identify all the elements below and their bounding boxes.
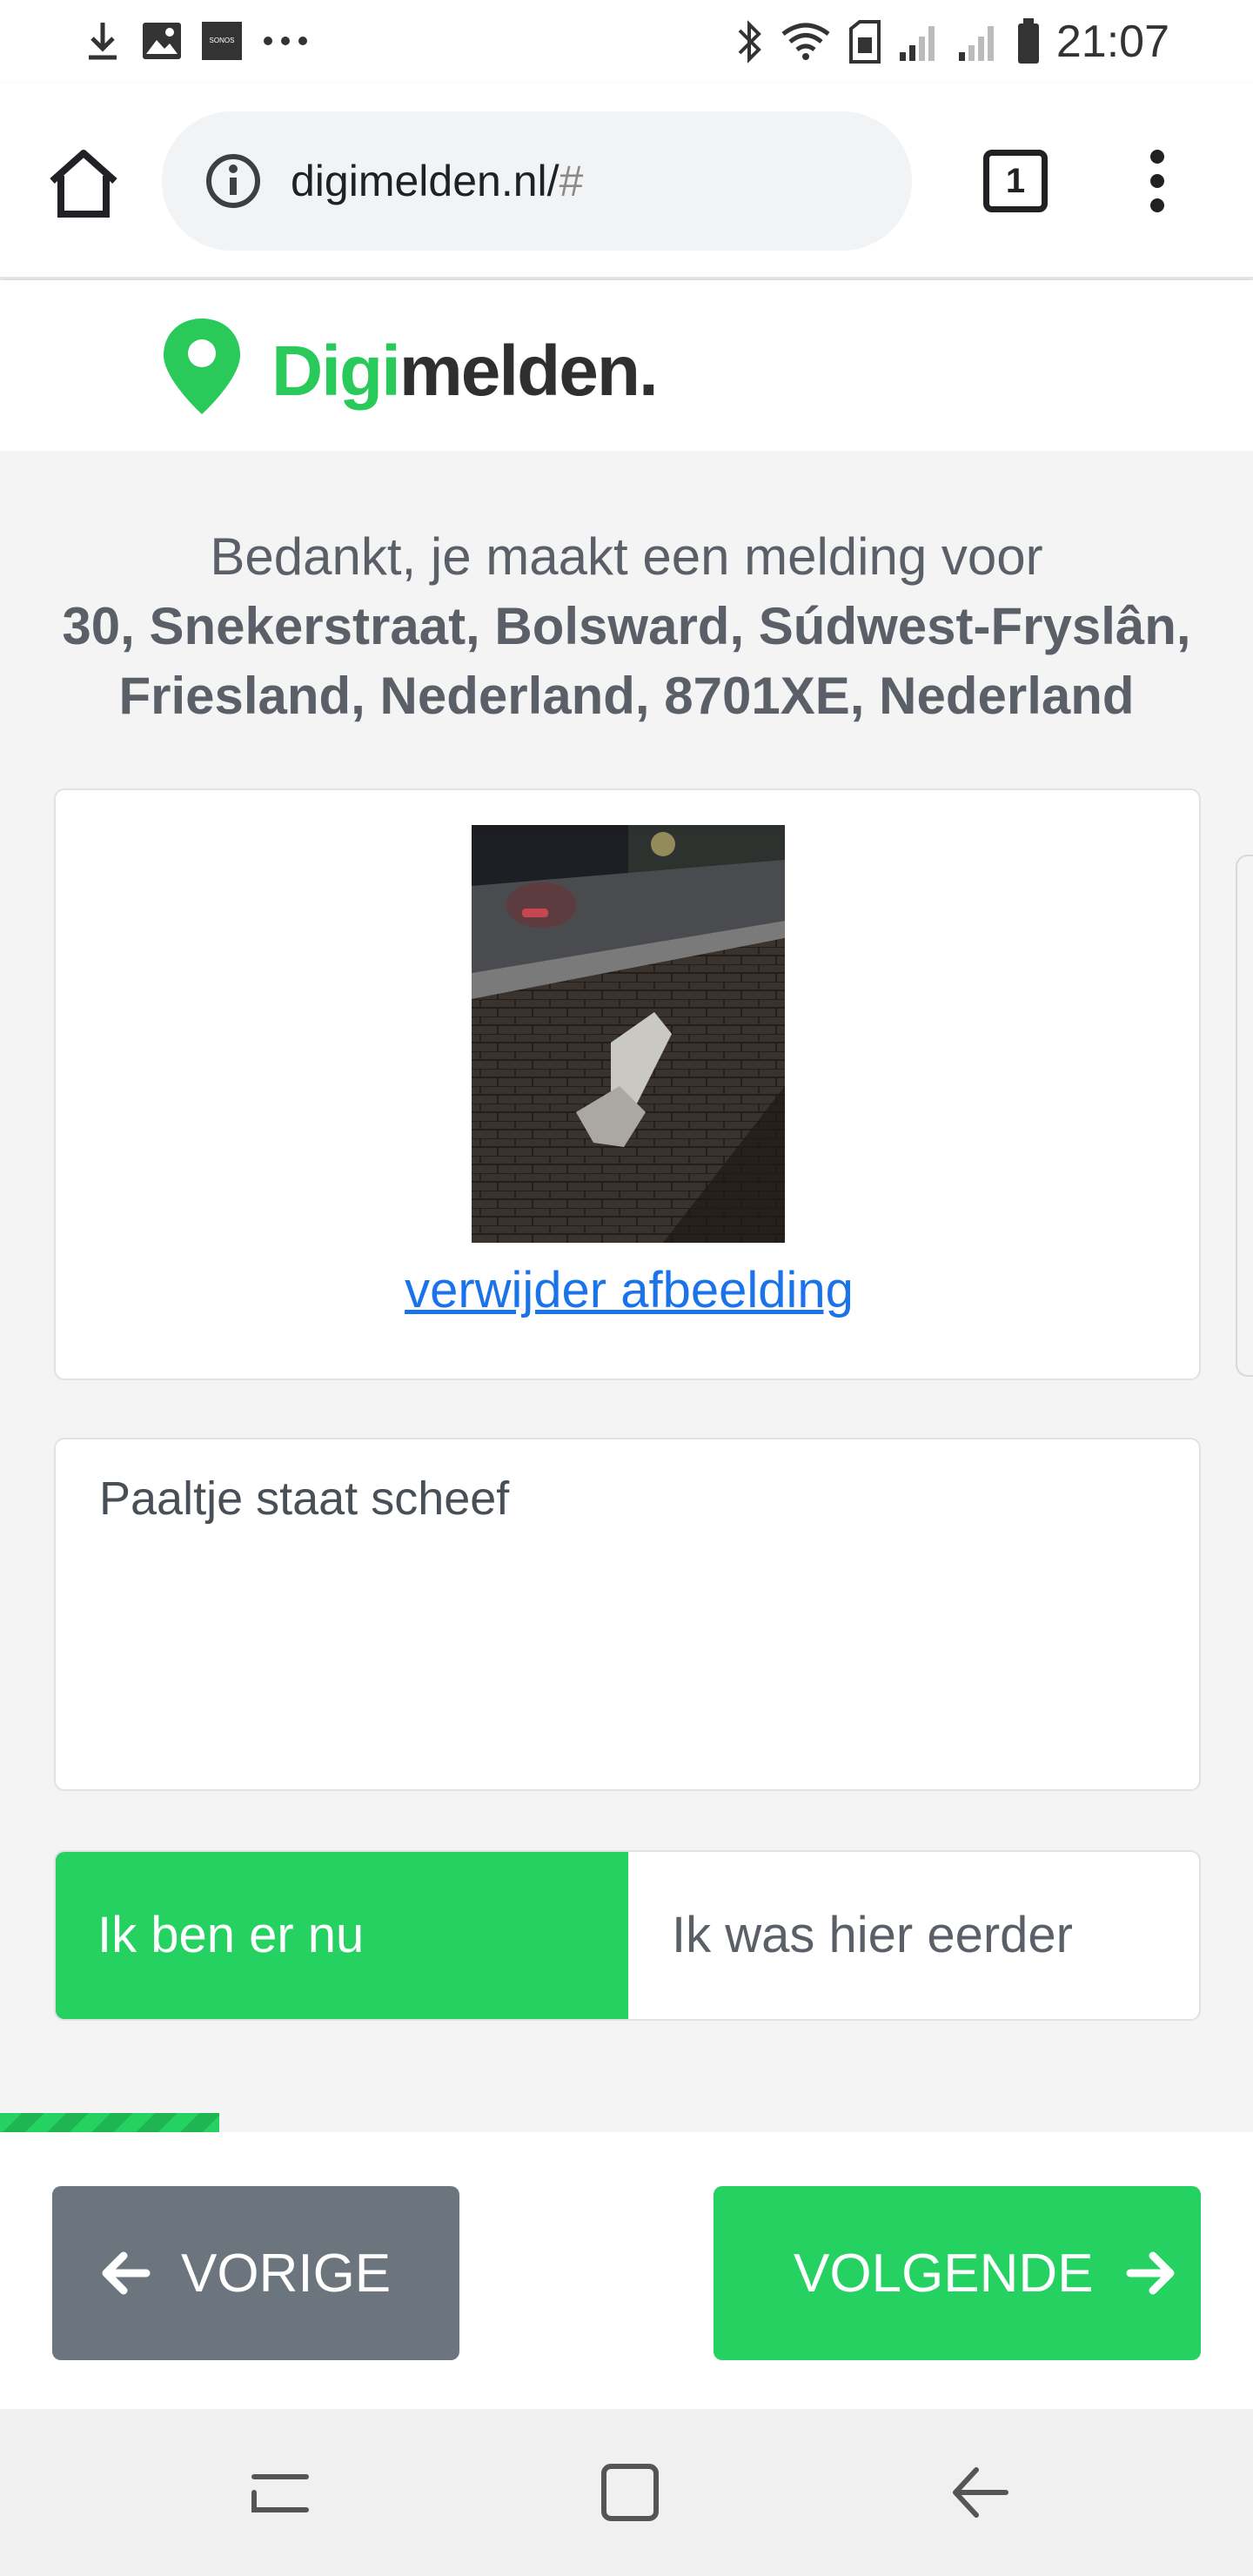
footer-nav: VORIGE VOLGENDE <box>0 2132 1253 2409</box>
logo-text: Digimelden. <box>271 331 659 413</box>
download-icon <box>89 23 117 60</box>
description-textarea[interactable] <box>54 1438 1201 1791</box>
previous-button[interactable]: VORIGE <box>52 2186 459 2360</box>
url-hash: # <box>559 157 584 205</box>
uploaded-photo[interactable] <box>472 825 785 1243</box>
system-nav-bar <box>0 2409 1253 2576</box>
url-text[interactable]: digimelden.nl/# <box>291 155 583 207</box>
logo-melden: melden. <box>399 332 659 411</box>
menu-dot <box>1150 174 1164 188</box>
toggle-option-now[interactable]: Ik ben er nu <box>56 1852 628 2019</box>
image-card: verwijder afbeelding <box>54 788 1201 1380</box>
remove-image-link[interactable]: verwijder afbeelding <box>56 1260 1203 1321</box>
intro-heading: Bedankt, je maakt een melding voor 30, S… <box>35 522 1218 731</box>
wifi-icon <box>781 23 830 60</box>
site-header: Digimelden. <box>0 280 1253 451</box>
next-button[interactable]: VOLGENDE <box>714 2186 1201 2360</box>
report-address: 30, Snekerstraat, Bolsward, Súdwest-Frys… <box>62 597 1191 725</box>
scroll-indicator[interactable] <box>1236 855 1253 1377</box>
arrow-left-icon <box>102 2251 151 2295</box>
url-bar[interactable]: digimelden.nl/# <box>162 111 912 251</box>
phone-screen: SONOS 21:07 digimelden.nl/# 1 Digimelden… <box>0 0 1253 2576</box>
intro-text: Bedankt, je maakt een melding voor <box>210 527 1043 586</box>
info-icon[interactable] <box>205 153 261 209</box>
sim-icon <box>848 20 881 64</box>
clock: 21:07 <box>1055 17 1169 67</box>
menu-dot <box>1150 150 1164 164</box>
more-icon <box>264 37 307 45</box>
tab-switcher-button[interactable]: 1 <box>983 150 1048 212</box>
status-right-icons: 21:07 <box>734 16 1169 68</box>
home-icon[interactable] <box>45 146 122 219</box>
arrow-right-icon <box>1126 2251 1175 2295</box>
status-bar: SONOS 21:07 <box>0 0 1253 84</box>
home-nav-icon[interactable] <box>595 2458 665 2527</box>
previous-label: VORIGE <box>181 2243 392 2304</box>
toggle-option-earlier[interactable]: Ik was hier eerder <box>628 1852 1199 2019</box>
report-form: Bedankt, je maakt een melding voor 30, S… <box>0 451 1253 2113</box>
battery-icon <box>1017 18 1039 64</box>
browser-toolbar: digimelden.nl/# 1 <box>0 84 1253 278</box>
map-pin-icon <box>164 319 240 414</box>
logo-digi: Digi <box>271 332 401 411</box>
recent-apps-icon[interactable] <box>245 2458 315 2527</box>
next-label: VOLGENDE <box>794 2243 1094 2304</box>
overflow-menu-icon[interactable] <box>1131 146 1183 216</box>
progress-bar <box>0 2113 1253 2132</box>
digimelden-logo[interactable]: Digimelden. <box>160 315 659 418</box>
back-icon[interactable] <box>945 2458 1015 2527</box>
status-left-icons: SONOS <box>84 19 310 63</box>
signal-icon <box>899 26 935 61</box>
bluetooth-icon <box>738 20 761 64</box>
signal-icon <box>958 26 994 61</box>
image-icon <box>143 23 181 59</box>
menu-dot <box>1150 198 1164 212</box>
sonos-icon: SONOS <box>202 22 242 60</box>
url-host: digimelden.nl/ <box>291 157 559 205</box>
progress-fill <box>0 2113 219 2132</box>
presence-toggle: Ik ben er nu Ik was hier eerder <box>54 1850 1201 2021</box>
